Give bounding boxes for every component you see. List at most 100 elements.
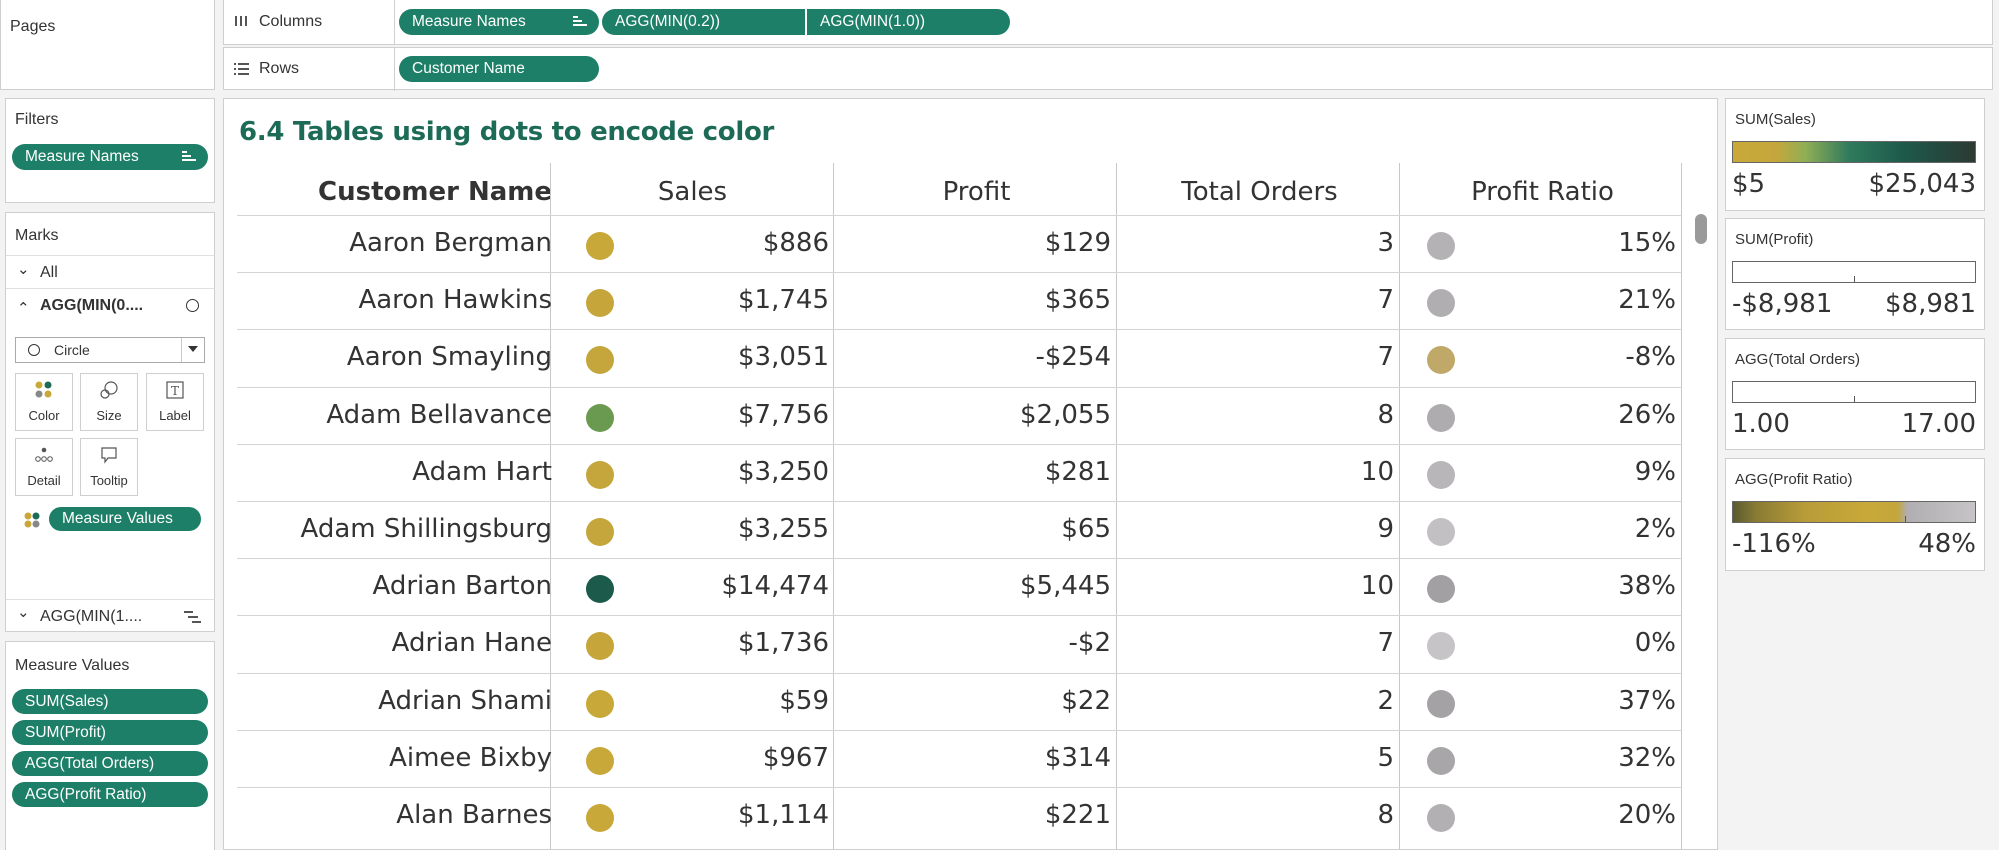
columns-pill-label: AGG(MIN(0.2)) xyxy=(615,13,721,30)
label-button[interactable]: T Label xyxy=(146,373,204,431)
table-row[interactable]: Aaron Hawkins $1,745 $365 7 21% xyxy=(237,272,1682,329)
columns-pill-agg-min-10[interactable]: AGG(MIN(1.0)) xyxy=(807,9,1010,35)
measure-values-pill[interactable]: AGG(Total Orders) xyxy=(12,751,208,776)
cell-customer-name: Adam Bellavance xyxy=(326,399,552,430)
filters-card[interactable]: Filters Measure Names xyxy=(5,98,215,203)
marks-all-row[interactable]: ⌄ All xyxy=(6,256,214,288)
columns-shelf[interactable]: Columns Measure Names AGG(MIN(0.2)) AGG(… xyxy=(223,0,1993,45)
chevron-up-icon: ⌃ xyxy=(17,300,30,317)
tooltip-button[interactable]: Tooltip xyxy=(80,438,138,496)
row-divider xyxy=(237,215,1682,216)
cell-profit: $2,055 xyxy=(1020,399,1111,430)
cell-profit: -$254 xyxy=(1035,342,1111,373)
measure-values-title: Measure Values xyxy=(15,657,130,674)
color-pill-label: Measure Values xyxy=(62,510,173,527)
label-icon: T xyxy=(166,381,184,404)
legend-min: -116% xyxy=(1732,529,1816,559)
legend-agg-profit-ratio[interactable]: AGG(Profit Ratio) -116% 48% xyxy=(1725,458,1985,571)
sales-color-dot[interactable] xyxy=(586,232,614,260)
cell-profit: $22 xyxy=(1061,685,1111,716)
header-sales[interactable]: Sales xyxy=(551,169,834,215)
table-row[interactable]: Adam Shillingsburg $3,255 $65 9 2% xyxy=(237,501,1682,558)
table-row[interactable]: Adam Bellavance $7,756 $2,055 8 26% xyxy=(237,386,1682,444)
columns-pill-measure-names[interactable]: Measure Names xyxy=(399,9,599,35)
row-divider xyxy=(237,501,1682,502)
filter-pill-measure-names[interactable]: Measure Names xyxy=(12,144,208,170)
legend-sum-sales[interactable]: SUM(Sales) $5 $25,043 xyxy=(1725,98,1985,211)
header-total-orders[interactable]: Total Orders xyxy=(1118,169,1401,215)
rows-label: Rows xyxy=(259,60,300,77)
sales-color-dot[interactable] xyxy=(586,804,614,832)
profit-ratio-color-dot[interactable] xyxy=(1427,689,1455,718)
marks-card[interactable]: Marks ⌄ All ⌃ AGG(MIN(0.... Circle Color… xyxy=(5,212,215,632)
cell-profit: -$2 xyxy=(1068,628,1111,659)
rows-shelf[interactable]: Rows Customer Name xyxy=(223,47,1993,91)
detail-icon xyxy=(35,446,53,469)
cell-profit: $314 xyxy=(1044,742,1111,773)
sales-color-dot[interactable] xyxy=(586,575,614,604)
sales-color-dot[interactable] xyxy=(586,460,614,489)
columns-pill-agg-min-02[interactable]: AGG(MIN(0.2)) xyxy=(602,9,805,35)
legend-agg-total-orders[interactable]: AGG(Total Orders) 1.00 17.00 xyxy=(1725,338,1985,450)
vertical-scrollbar-thumb[interactable] xyxy=(1695,214,1707,244)
color-ramp-total-orders xyxy=(1732,381,1976,403)
measure-values-pill[interactable]: SUM(Profit) xyxy=(12,720,208,745)
table-row[interactable]: Aaron Bergman $886 $129 3 15% xyxy=(237,215,1682,272)
sales-color-dot[interactable] xyxy=(586,689,614,718)
rows-pill-customer-name[interactable]: Customer Name xyxy=(399,56,599,82)
measure-values-pill[interactable]: AGG(Profit Ratio) xyxy=(12,782,208,807)
header-customer-name[interactable]: Customer Name xyxy=(237,169,560,215)
table-row[interactable]: Aaron Smayling $3,051 -$254 7 -8% xyxy=(237,329,1682,386)
header-profit-ratio[interactable]: Profit Ratio xyxy=(1401,169,1684,215)
legend-title: AGG(Total Orders) xyxy=(1735,351,1861,368)
mark-type-dropdown[interactable]: Circle xyxy=(15,337,205,363)
cell-customer-name: Adrian Barton xyxy=(372,571,552,602)
sales-color-dot[interactable] xyxy=(586,746,614,775)
legend-title: SUM(Profit) xyxy=(1735,231,1814,248)
sort-icon xyxy=(573,16,587,28)
worksheet-view[interactable]: 6.4 Tables using dots to encode color Cu… xyxy=(223,98,1718,850)
size-button[interactable]: Size xyxy=(80,373,138,431)
sales-color-dot[interactable] xyxy=(586,289,614,318)
row-divider xyxy=(237,615,1682,617)
table-row[interactable]: Aimee Bixby $967 $314 5 32% xyxy=(237,729,1682,787)
profit-ratio-color-dot[interactable] xyxy=(1427,403,1455,432)
profit-ratio-color-dot[interactable] xyxy=(1427,518,1455,546)
detail-button[interactable]: Detail xyxy=(15,438,73,496)
table-row[interactable]: Adrian Shami $59 $22 2 37% xyxy=(237,672,1682,730)
tooltip-label: Tooltip xyxy=(90,473,128,488)
color-icon xyxy=(24,512,40,533)
profit-ratio-color-dot[interactable] xyxy=(1427,460,1455,489)
cell-customer-name: Aaron Bergman xyxy=(349,228,552,258)
measure-values-pill[interactable]: SUM(Sales) xyxy=(12,689,208,714)
profit-ratio-color-dot[interactable] xyxy=(1427,575,1455,604)
chevron-down-icon: ⌄ xyxy=(17,261,30,278)
mark-type-label: Circle xyxy=(54,342,90,358)
color-pill-measure-values[interactable]: Measure Values xyxy=(49,507,201,531)
table-row[interactable]: Alan Barnes $1,114 $221 8 20% xyxy=(237,787,1682,844)
legend-max: $8,981 xyxy=(1885,289,1976,319)
legend-sum-profit[interactable]: SUM(Profit) -$8,981 $8,981 xyxy=(1725,218,1985,330)
pages-shelf[interactable]: Pages xyxy=(0,0,215,90)
sort-icon xyxy=(182,151,196,163)
sales-color-dot[interactable] xyxy=(586,518,614,546)
measure-values-card[interactable]: Measure Values SUM(Sales) SUM(Profit) AG… xyxy=(5,641,215,850)
table-row[interactable]: Adrian Hane $1,736 -$2 7 0% xyxy=(237,615,1682,672)
cell-total-orders: 7 xyxy=(1377,628,1394,659)
profit-ratio-color-dot[interactable] xyxy=(1427,289,1455,318)
header-profit[interactable]: Profit xyxy=(835,169,1118,215)
color-button[interactable]: Color xyxy=(15,373,73,431)
profit-ratio-color-dot[interactable] xyxy=(1427,804,1455,832)
marks-layer-1-row[interactable]: ⌃ AGG(MIN(0.... xyxy=(6,289,214,321)
marks-layer-2-row[interactable]: ⌄ AGG(MIN(1.... xyxy=(6,600,214,632)
legend-title: SUM(Sales) xyxy=(1735,111,1816,128)
cell-customer-name: Aimee Bixby xyxy=(389,742,552,773)
color-ramp-profit-ratio xyxy=(1732,501,1976,523)
profit-ratio-color-dot[interactable] xyxy=(1427,232,1455,260)
table-row[interactable]: Adam Hart $3,250 $281 10 9% xyxy=(237,443,1682,501)
cell-total-orders: 3 xyxy=(1377,228,1394,258)
table-row[interactable]: Adrian Barton $14,474 $5,445 10 38% xyxy=(237,558,1682,615)
sales-color-dot[interactable] xyxy=(586,403,614,432)
profit-ratio-color-dot[interactable] xyxy=(1427,746,1455,775)
size-icon xyxy=(100,381,118,404)
